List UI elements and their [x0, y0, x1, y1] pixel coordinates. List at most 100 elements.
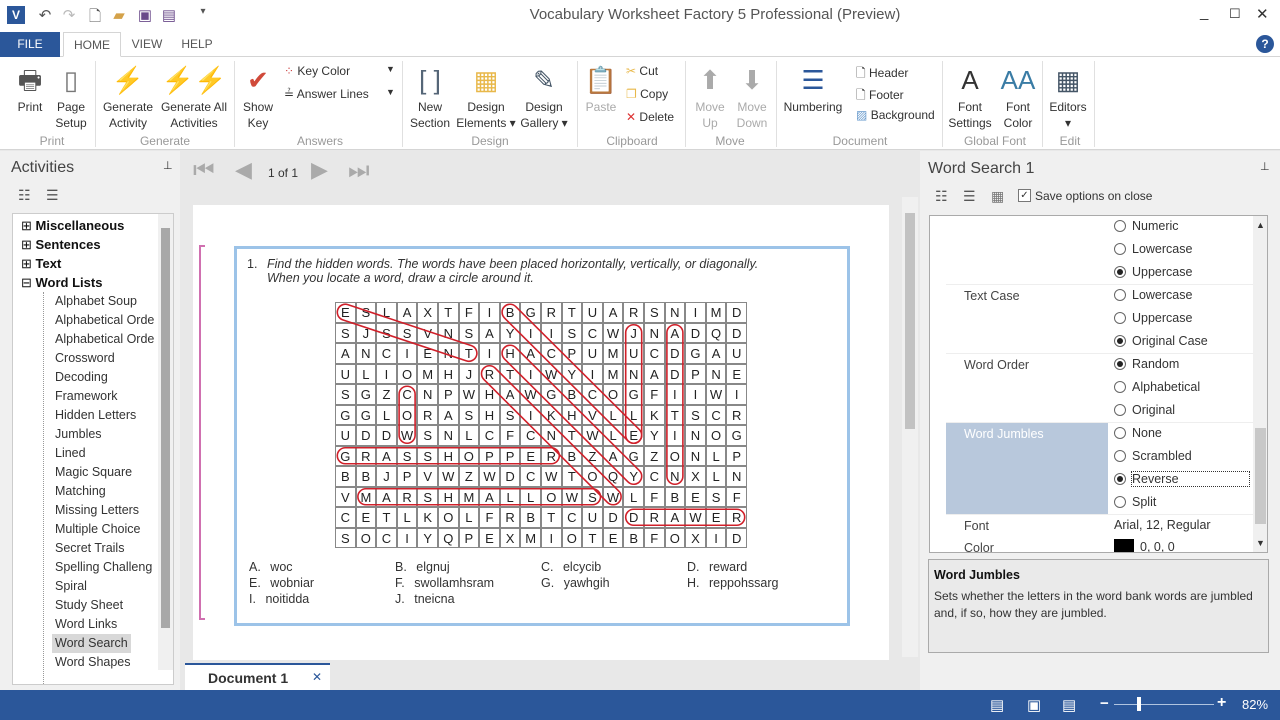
radio-option[interactable]: Scrambled [1114, 446, 1192, 466]
radio-button[interactable] [1114, 404, 1126, 416]
tree-category[interactable]: ⊞ Miscellaneous [21, 216, 124, 235]
radio-option[interactable]: Uppercase [1114, 262, 1192, 282]
cut-button[interactable]: ✂ Cut [626, 64, 658, 78]
delete-button[interactable]: ✕ Delete [626, 110, 674, 124]
design-elements-button[interactable]: ▦ Design Elements ▾ [456, 61, 516, 131]
radio-option[interactable]: Original Case [1114, 331, 1208, 351]
tree-scrollbar[interactable] [158, 214, 173, 670]
save-options-checkbox[interactable]: ✓ [1018, 189, 1031, 202]
radio-button[interactable] [1114, 243, 1126, 255]
radio-option[interactable]: Lowercase [1114, 239, 1192, 259]
print-button[interactable]: 🖶 Print [12, 61, 48, 115]
radio-option[interactable]: Uppercase [1114, 308, 1192, 328]
save-grid-icon[interactable]: ▦ [991, 188, 1004, 205]
radio-button[interactable] [1114, 427, 1126, 439]
radio-option[interactable]: Reverse [1114, 469, 1250, 489]
tree-item[interactable]: Secret Trails [55, 539, 124, 558]
numbering-button[interactable]: ☰ Numbering [780, 61, 846, 115]
tree-category[interactable]: ⊞ Sentences [21, 235, 101, 254]
radio-button[interactable] [1114, 335, 1126, 347]
previous-page-icon[interactable]: ◀ [235, 157, 252, 183]
close-tab-icon[interactable]: ✕ [312, 670, 322, 684]
copy-button[interactable]: ❐ Copy [626, 87, 668, 101]
font-settings-button[interactable]: A Font Settings [948, 61, 992, 131]
move-up-button[interactable]: ⬆ Move Up [692, 61, 728, 131]
tree-item[interactable]: Lined [55, 444, 86, 463]
radio-option[interactable]: Numeric [1114, 216, 1179, 236]
radio-button[interactable] [1114, 496, 1126, 508]
tree-category[interactable]: ⊞ Text [21, 254, 61, 273]
radio-option[interactable]: Lowercase [1114, 285, 1192, 305]
close-button[interactable]: ✕ [1256, 5, 1269, 23]
actual-size-icon[interactable]: ▤ [1062, 696, 1076, 714]
property-row[interactable] [946, 216, 1253, 285]
next-page-icon[interactable]: ▶ [311, 157, 328, 183]
tab-view[interactable]: VIEW [125, 32, 169, 57]
collapse-icon[interactable]: ⊟ [21, 275, 36, 290]
radio-button[interactable] [1114, 289, 1126, 301]
tree-item[interactable]: Multiple Choice [55, 520, 140, 539]
tree-item[interactable]: Hidden Letters [55, 406, 136, 425]
radio-button[interactable] [1114, 358, 1126, 370]
normal-view-icon[interactable]: ▤ [990, 696, 1004, 714]
answer-lines-dropdown-icon[interactable]: ▼ [386, 87, 395, 97]
expand-icon[interactable]: ⊞ [21, 237, 36, 252]
tree-item[interactable]: Alphabetical Orde [55, 330, 154, 349]
tree-item[interactable]: Alphabet Soup [55, 292, 137, 311]
show-key-button[interactable]: ✔ Show Key [240, 61, 276, 131]
tree-item[interactable]: Magic Square [55, 463, 132, 482]
tab-help[interactable]: HELP [175, 32, 219, 57]
radio-button[interactable] [1114, 473, 1126, 485]
zoom-slider-thumb[interactable] [1137, 697, 1142, 711]
pin-icon[interactable]: ⊥ [1260, 160, 1270, 173]
radio-option[interactable]: Original [1114, 400, 1175, 420]
tree-item[interactable]: Word Search [52, 634, 131, 653]
zoom-slider[interactable] [1114, 704, 1214, 705]
activity-frame[interactable]: 1. Find the hidden words. The words have… [234, 246, 850, 626]
tree-item[interactable]: Spiral [55, 577, 87, 596]
color-value[interactable]: 0, 0, 0 [1114, 537, 1175, 552]
editors-button[interactable]: ▦ Editors ▾ [1046, 61, 1090, 131]
expand-icon[interactable]: ⊞ [21, 256, 36, 271]
font-value[interactable]: Arial, 12, Regular [1114, 515, 1211, 535]
categorized-icon[interactable]: ☷ [935, 188, 948, 205]
tree-item[interactable]: Missing Letters [55, 501, 139, 520]
tree-item[interactable]: Spelling Challeng [55, 558, 152, 577]
new-section-button[interactable]: [ ] New Section [408, 61, 452, 131]
alphabetical-icon[interactable]: ☰ [963, 188, 976, 205]
tree-item[interactable]: Alphabetical Orde [55, 311, 154, 330]
radio-button[interactable] [1114, 266, 1126, 278]
key-color-button[interactable]: ⁘ Key Color [284, 64, 350, 78]
font-color-button[interactable]: AA Font Color [998, 61, 1038, 131]
radio-option[interactable]: Alphabetical [1114, 377, 1200, 397]
tree-item[interactable]: Word Shapes [55, 653, 131, 672]
key-color-dropdown-icon[interactable]: ▼ [386, 64, 395, 74]
collapse-all-icon[interactable]: ☰ [46, 187, 59, 204]
radio-button[interactable] [1114, 312, 1126, 324]
radio-button[interactable] [1114, 450, 1126, 462]
zoom-out-button[interactable]: − [1100, 695, 1109, 712]
tree-item[interactable]: Jumbles [55, 425, 102, 444]
design-gallery-button[interactable]: ✎ Design Gallery ▾ [518, 61, 570, 131]
move-down-button[interactable]: ⬇ Move Down [732, 61, 772, 131]
pin-icon[interactable]: ⊥ [163, 159, 173, 172]
help-icon[interactable]: ? [1256, 35, 1274, 53]
document-tab[interactable]: Document 1 ✕ [185, 663, 330, 690]
maximize-button[interactable]: ☐ [1229, 6, 1241, 22]
page-view-icon[interactable]: ▣ [1027, 696, 1041, 714]
tree-category[interactable]: ⊟ Word Lists [21, 273, 102, 292]
last-page-icon[interactable]: ⏭ [348, 157, 370, 185]
tree-item[interactable]: Word Links [55, 615, 117, 634]
radio-button[interactable] [1114, 381, 1126, 393]
background-button[interactable]: ▨ Background [856, 108, 935, 122]
tree-item[interactable]: Crossword [55, 349, 115, 368]
property-scrollbar[interactable]: ▲ ▼ [1253, 216, 1267, 552]
tab-home[interactable]: HOME [63, 32, 121, 57]
radio-option[interactable]: Split [1114, 492, 1156, 512]
expand-all-icon[interactable]: ☷ [18, 187, 31, 204]
document-scrollbar[interactable] [902, 197, 918, 657]
radio-button[interactable] [1114, 220, 1126, 232]
tree-item[interactable]: Decoding [55, 368, 108, 387]
first-page-icon[interactable]: ⏮ [193, 157, 215, 185]
footer-button[interactable]: 🗋 Footer [856, 86, 904, 107]
